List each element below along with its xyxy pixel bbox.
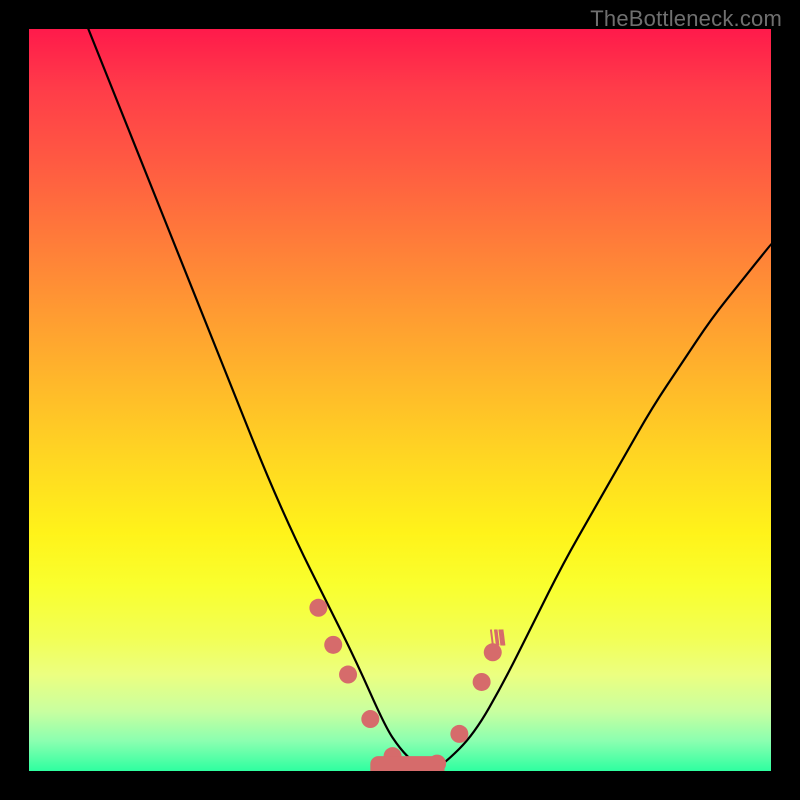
curve-marker <box>361 710 379 728</box>
marker-texture <box>491 629 505 645</box>
curve-marker <box>484 643 502 661</box>
curve-marker <box>473 673 491 691</box>
curve-marker <box>309 599 327 617</box>
plateau-bar <box>370 756 444 771</box>
plateau-rect <box>370 756 444 771</box>
curve-marker <box>339 666 357 684</box>
texture-stroke <box>491 629 493 645</box>
chart-svg <box>29 29 771 771</box>
chart-frame: TheBottleneck.com <box>0 0 800 800</box>
curve-layer <box>88 29 771 769</box>
watermark-text: TheBottleneck.com <box>590 6 782 32</box>
plot-area <box>29 29 771 771</box>
bottleneck-curve <box>88 29 771 769</box>
curve-marker <box>450 725 468 743</box>
curve-marker <box>324 636 342 654</box>
